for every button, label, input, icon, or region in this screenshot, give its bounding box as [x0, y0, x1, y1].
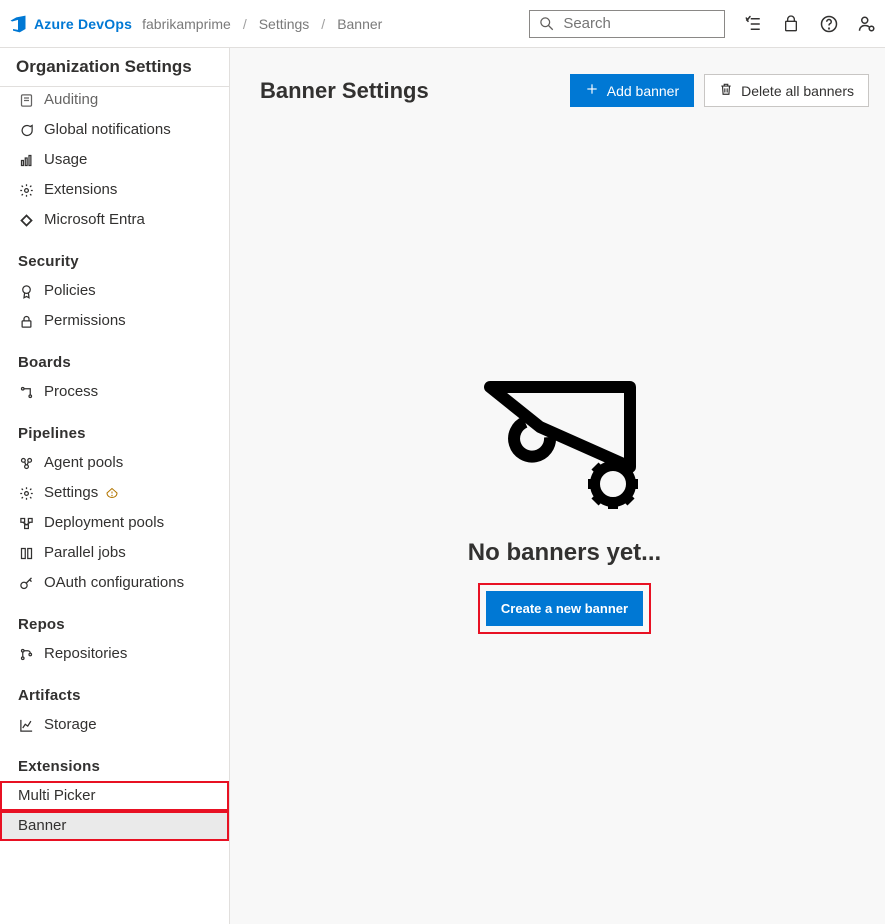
- plus-icon: [585, 82, 599, 99]
- empty-state: No banners yet... Create a new banner: [415, 367, 715, 632]
- sidebar-item-banner[interactable]: Banner: [0, 811, 229, 841]
- sidebar-item-permissions[interactable]: Permissions: [0, 306, 229, 336]
- search-input[interactable]: [561, 14, 716, 33]
- button-label: Delete all banners: [741, 83, 854, 99]
- sidebar-item-oauth[interactable]: OAuth configurations: [0, 568, 229, 598]
- sidebar-item-auditing[interactable]: Auditing: [0, 87, 229, 115]
- sidebar-item-label: Banner: [18, 816, 66, 836]
- sidebar-group-extensions: Extensions: [0, 740, 229, 781]
- chart-icon: [18, 717, 34, 733]
- sidebar-item-label: Parallel jobs: [44, 543, 126, 563]
- search-icon: [538, 14, 555, 34]
- breadcrumb-sep: /: [319, 16, 327, 32]
- sidebar-item-global-notifications[interactable]: Global notifications: [0, 115, 229, 145]
- breadcrumb: fabrikamprime / Settings / Banner: [142, 16, 382, 32]
- warning-icon: [104, 485, 120, 501]
- azure-devops-icon: [8, 14, 28, 34]
- sidebar-item-ms-entra[interactable]: Microsoft Entra: [0, 205, 229, 235]
- gear-icon: [18, 182, 34, 198]
- sidebar-item-pipeline-settings[interactable]: Settings: [0, 478, 229, 508]
- gear-icon: [18, 485, 34, 501]
- breadcrumb-sep: /: [241, 16, 249, 32]
- sidebar-group-repos: Repos: [0, 598, 229, 639]
- breadcrumb-section[interactable]: Settings: [259, 16, 310, 32]
- sidebar: Organization Settings Auditing Global no…: [0, 48, 230, 924]
- button-label: Create a new banner: [501, 601, 628, 616]
- sidebar-item-deployment-pools[interactable]: Deployment pools: [0, 508, 229, 538]
- pool-icon: [18, 455, 34, 471]
- topbar: Azure DevOps fabrikamprime / Settings / …: [0, 0, 885, 48]
- sidebar-item-label: Global notifications: [44, 120, 171, 140]
- empty-state-title: No banners yet...: [415, 539, 715, 567]
- sidebar-item-label: Settings: [44, 483, 98, 503]
- topbar-right: [529, 10, 877, 38]
- main-actions: Add banner Delete all banners: [570, 74, 869, 107]
- delete-all-banners-button[interactable]: Delete all banners: [704, 74, 869, 107]
- sidebar-item-extensions[interactable]: Extensions: [0, 175, 229, 205]
- sidebar-scroll[interactable]: Auditing Global notifications Usage: [0, 87, 229, 924]
- highlight-box: Create a new banner: [480, 585, 649, 632]
- sidebar-item-usage[interactable]: Usage: [0, 145, 229, 175]
- sidebar-item-label: Extensions: [44, 180, 117, 200]
- entra-icon: [18, 212, 34, 228]
- lock-icon: [18, 313, 34, 329]
- button-label: Add banner: [607, 83, 679, 99]
- sidebar-item-label: Multi Picker: [18, 786, 96, 806]
- page-body: Organization Settings Auditing Global no…: [0, 48, 885, 924]
- sidebar-item-process[interactable]: Process: [0, 377, 229, 407]
- sidebar-item-label: OAuth configurations: [44, 573, 184, 593]
- sidebar-item-label: Storage: [44, 715, 97, 735]
- create-banner-button[interactable]: Create a new banner: [486, 591, 643, 626]
- main-content: Banner Settings Add banner Delete all ba…: [230, 48, 885, 924]
- sidebar-group-security: Security: [0, 235, 229, 276]
- badge-icon: [18, 283, 34, 299]
- sidebar-item-label: Policies: [44, 281, 96, 301]
- parallel-icon: [18, 545, 34, 561]
- sidebar-item-label: Usage: [44, 150, 87, 170]
- chat-icon: [18, 122, 34, 138]
- sidebar-item-label: Auditing: [44, 90, 98, 110]
- sidebar-item-repositories[interactable]: Repositories: [0, 639, 229, 669]
- marketplace-icon[interactable]: [781, 14, 801, 34]
- sidebar-item-multi-picker[interactable]: Multi Picker: [0, 781, 229, 811]
- sidebar-group-artifacts: Artifacts: [0, 669, 229, 710]
- sidebar-item-label: Deployment pools: [44, 513, 164, 533]
- process-icon: [18, 384, 34, 400]
- repo-icon: [18, 646, 34, 662]
- deployment-icon: [18, 515, 34, 531]
- brand-logo[interactable]: Azure DevOps: [8, 14, 132, 34]
- audit-icon: [18, 92, 34, 108]
- main-header: Banner Settings Add banner Delete all ba…: [260, 74, 869, 107]
- work-items-icon[interactable]: [743, 14, 763, 34]
- sidebar-item-label: Agent pools: [44, 453, 123, 473]
- breadcrumb-page[interactable]: Banner: [337, 16, 382, 32]
- sidebar-item-label: Microsoft Entra: [44, 210, 145, 230]
- user-settings-icon[interactable]: [857, 14, 877, 34]
- trash-icon: [719, 82, 733, 99]
- sidebar-item-label: Process: [44, 382, 98, 402]
- brand-text[interactable]: Azure DevOps: [34, 16, 132, 32]
- sidebar-item-policies[interactable]: Policies: [0, 276, 229, 306]
- megaphone-icon: [470, 367, 660, 527]
- sidebar-item-agent-pools[interactable]: Agent pools: [0, 448, 229, 478]
- sidebar-item-parallel-jobs[interactable]: Parallel jobs: [0, 538, 229, 568]
- key-icon: [18, 575, 34, 591]
- usage-icon: [18, 152, 34, 168]
- sidebar-title: Organization Settings: [0, 48, 229, 87]
- sidebar-group-boards: Boards: [0, 336, 229, 377]
- sidebar-item-label: Repositories: [44, 644, 127, 664]
- add-banner-button[interactable]: Add banner: [570, 74, 694, 107]
- page-title: Banner Settings: [260, 78, 429, 104]
- sidebar-item-label: Permissions: [44, 311, 126, 331]
- search-box[interactable]: [529, 10, 725, 38]
- sidebar-item-storage[interactable]: Storage: [0, 710, 229, 740]
- sidebar-group-pipelines: Pipelines: [0, 407, 229, 448]
- breadcrumb-org[interactable]: fabrikamprime: [142, 16, 231, 32]
- help-icon[interactable]: [819, 14, 839, 34]
